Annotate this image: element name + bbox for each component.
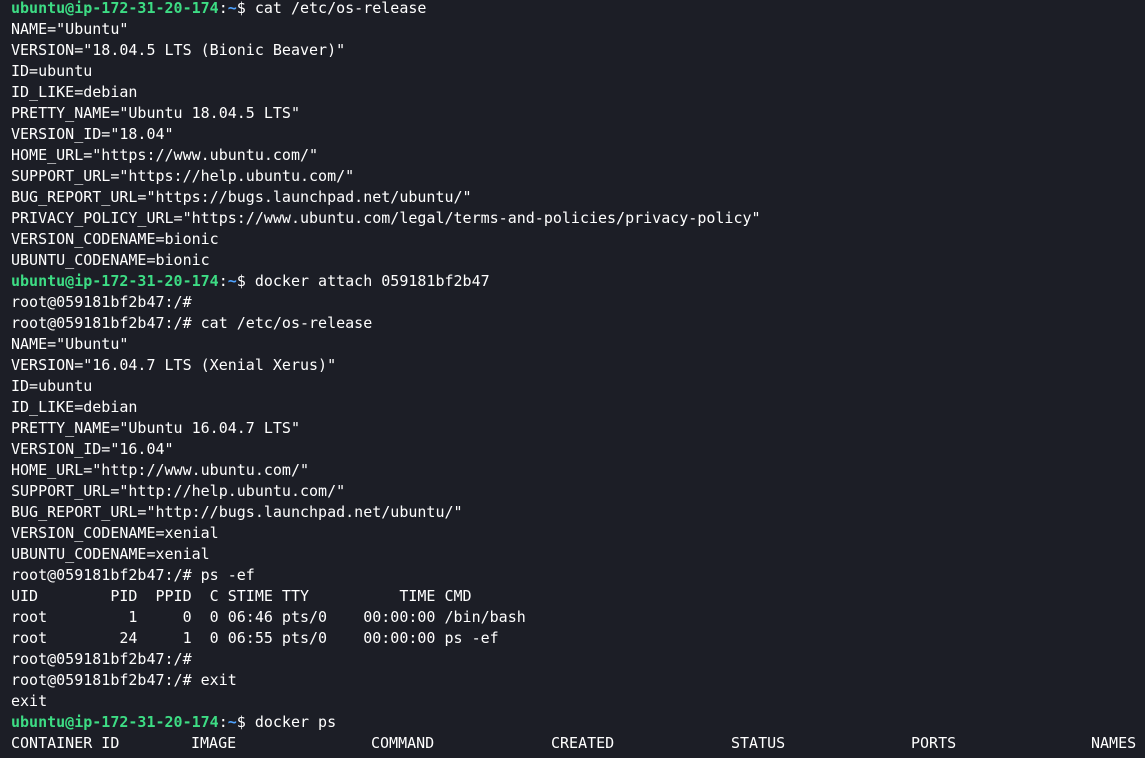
terminal-window[interactable]: ubuntu@ip-172-31-20-174:~$ cat /etc/os-r… [0, 0, 1145, 758]
output-line: root@059181bf2b47:/# [11, 650, 192, 668]
output-line: SUPPORT_URL="http://help.ubuntu.com/" [11, 482, 346, 500]
docker-ps-column-header: STATUS [731, 734, 786, 752]
command-text: docker ps [254, 713, 337, 731]
output-line: ID_LIKE=debian [11, 83, 138, 101]
prompt-separator: : [218, 272, 228, 290]
output-line: VERSION_CODENAME=bionic [11, 230, 219, 248]
docker-ps-header-row: CONTAINER ID IMAGE COMMAND CREATED STATUS POR… [0, 733, 1145, 754]
docker-ps-column-header: IMAGE [191, 734, 237, 752]
output-line: VERSION="16.04.7 LTS (Xenial Xerus)" [11, 356, 337, 374]
output-line: HOME_URL="https://www.ubuntu.com/" [11, 146, 319, 164]
prompt-symbol: $ [236, 713, 246, 731]
output-line: HOME_URL="http://www.ubuntu.com/" [11, 461, 310, 479]
prompt-user-host: ubuntu@ip-172-31-20-174 [11, 713, 219, 731]
output-line: BUG_REPORT_URL="https://bugs.launchpad.n… [11, 188, 472, 206]
output-line: root@059181bf2b47:/# [11, 293, 192, 311]
prompt-cwd: ~ [227, 0, 237, 17]
output-line: VERSION_ID="16.04" [11, 440, 174, 458]
output-line: ID_LIKE=debian [11, 398, 138, 416]
docker-ps-column-header: PORTS [911, 734, 957, 752]
output-line: root@059181bf2b47:/# ps -ef [11, 566, 255, 584]
shell-prompt-line: ubuntu@ip-172-31-20-174:~$ docker attach… [11, 271, 490, 292]
output-line: BUG_REPORT_URL="http://bugs.launchpad.ne… [11, 503, 463, 521]
output-line: PRETTY_NAME="Ubuntu 16.04.7 LTS" [11, 419, 300, 437]
docker-ps-column-header: NAMES [1091, 734, 1137, 752]
prompt-user-host: ubuntu@ip-172-31-20-174 [11, 0, 219, 17]
prompt-symbol: $ [236, 0, 246, 17]
command-text: docker attach 059181bf2b47 [254, 272, 490, 290]
output-line: UID PID PPID C STIME TTY TIME CMD [11, 587, 472, 605]
docker-ps-column-header: COMMAND [371, 734, 435, 752]
output-line: root@059181bf2b47:/# cat /etc/os-release [11, 314, 373, 332]
output-line: SUPPORT_URL="https://help.ubuntu.com/" [11, 167, 355, 185]
output-line: root 24 1 0 06:55 pts/0 00:00:00 ps -ef [11, 629, 499, 647]
prompt-separator: : [218, 0, 228, 17]
prompt-cwd: ~ [227, 272, 237, 290]
shell-prompt-line: ubuntu@ip-172-31-20-174:~$ docker ps [11, 712, 336, 733]
output-line: NAME="Ubuntu" [11, 335, 129, 353]
prompt-user-host: ubuntu@ip-172-31-20-174 [11, 272, 219, 290]
output-line: NAME="Ubuntu" [11, 20, 129, 38]
output-line: VERSION="18.04.5 LTS (Bionic Beaver)" [11, 41, 346, 59]
docker-ps-column-header: CREATED [551, 734, 615, 752]
prompt-separator: : [218, 713, 228, 731]
output-line: ID=ubuntu [11, 377, 93, 395]
output-line: VERSION_ID="18.04" [11, 125, 174, 143]
docker-ps-column-header: CONTAINER ID [11, 734, 120, 752]
output-line: PRIVACY_POLICY_URL="https://www.ubuntu.c… [11, 209, 761, 227]
output-line: exit [11, 692, 48, 710]
output-line: ID=ubuntu [11, 62, 93, 80]
prompt-symbol: $ [236, 272, 246, 290]
output-line: root 1 0 0 06:46 pts/0 00:00:00 /bin/bas… [11, 608, 526, 626]
output-line: PRETTY_NAME="Ubuntu 18.04.5 LTS" [11, 104, 300, 122]
shell-prompt-line: ubuntu@ip-172-31-20-174:~$ cat /etc/os-r… [11, 0, 426, 19]
output-line: UBUNTU_CODENAME=bionic [11, 251, 210, 269]
command-text: cat /etc/os-release [254, 0, 427, 17]
output-line: UBUNTU_CODENAME=xenial [11, 545, 210, 563]
output-line: root@059181bf2b47:/# exit [11, 671, 237, 689]
prompt-cwd: ~ [227, 713, 237, 731]
output-line: VERSION_CODENAME=xenial [11, 524, 219, 542]
